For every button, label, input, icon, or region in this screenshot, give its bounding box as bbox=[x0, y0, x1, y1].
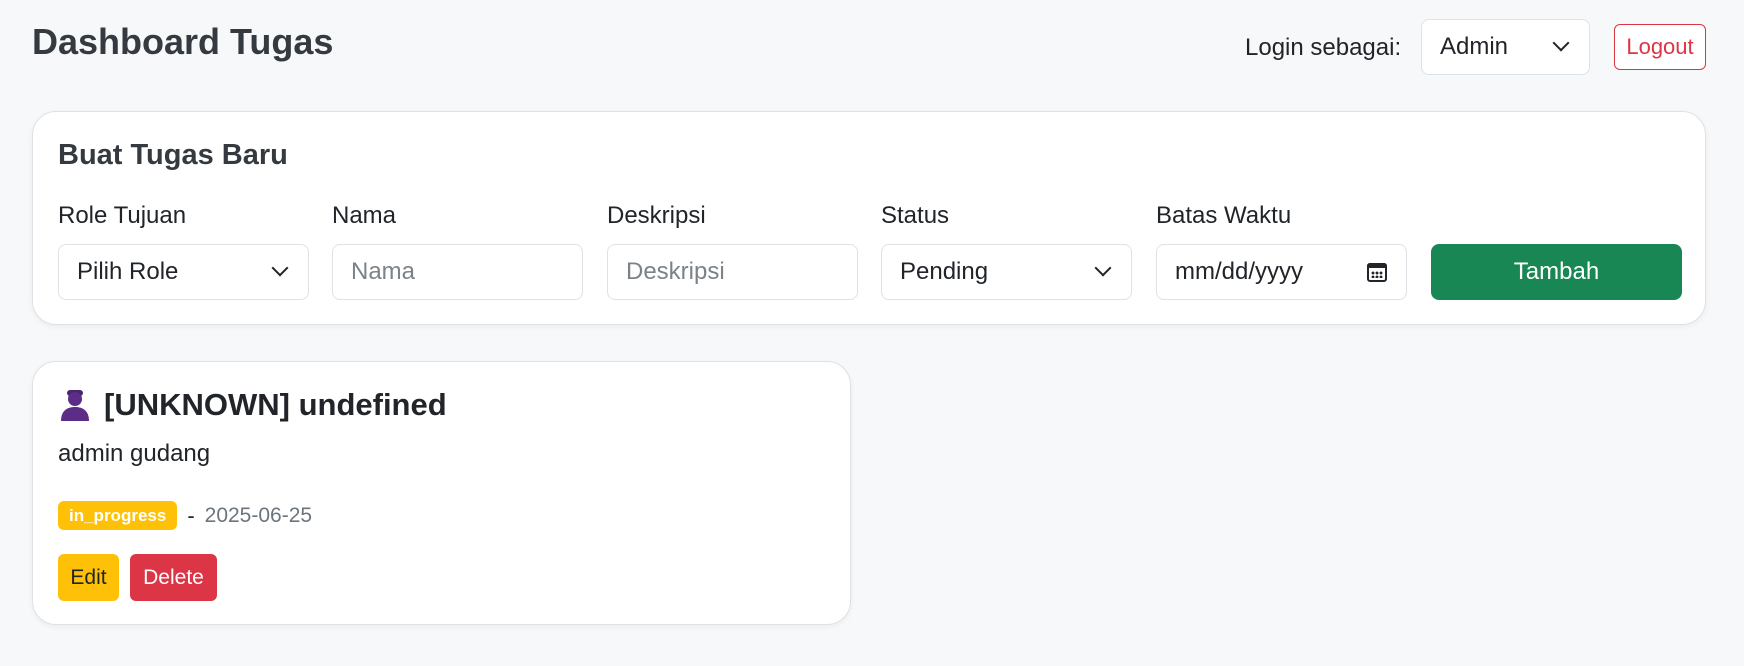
edit-button[interactable]: Edit bbox=[58, 554, 119, 601]
login-role-select[interactable]: Admin bbox=[1421, 19, 1590, 75]
name-input[interactable]: Nama bbox=[332, 244, 583, 300]
task-title-row: [UNKNOWN] undefined bbox=[58, 387, 447, 423]
user-icon bbox=[61, 390, 89, 421]
status-select[interactable]: Pending bbox=[881, 244, 1132, 300]
role-select[interactable]: Pilih Role bbox=[58, 244, 309, 300]
calendar-icon[interactable] bbox=[1366, 261, 1388, 283]
name-field-label: Nama bbox=[332, 202, 397, 229]
description-input-placeholder: Deskripsi bbox=[626, 258, 725, 285]
meta-separator: - bbox=[187, 502, 195, 528]
status-badge: in_progress bbox=[58, 501, 178, 530]
description-input[interactable]: Deskripsi bbox=[607, 244, 858, 300]
chevron-down-icon bbox=[271, 259, 289, 277]
task-title: [UNKNOWN] undefined bbox=[104, 387, 447, 422]
status-field-label: Status bbox=[881, 202, 950, 229]
description-field-label: Deskripsi bbox=[607, 202, 706, 229]
chevron-down-icon bbox=[1552, 34, 1570, 52]
logout-button[interactable]: Logout bbox=[1614, 24, 1706, 70]
task-meta: in_progress - 2025-06-25 bbox=[58, 501, 312, 530]
task-card: [UNKNOWN] undefined admin gudang in_prog… bbox=[32, 361, 851, 625]
deadline-date-placeholder: mm/dd/yyyy bbox=[1175, 258, 1304, 285]
name-input-placeholder: Nama bbox=[351, 258, 416, 285]
task-due-date: 2025-06-25 bbox=[204, 503, 313, 527]
role-select-value: Pilih Role bbox=[77, 258, 179, 285]
page: Dashboard Tugas Login sebagai: Admin Log… bbox=[0, 0, 1744, 666]
login-role-value: Admin bbox=[1440, 33, 1509, 60]
add-task-button[interactable]: Tambah bbox=[1431, 244, 1682, 300]
page-title: Dashboard Tugas bbox=[32, 21, 334, 62]
delete-button[interactable]: Delete bbox=[130, 554, 217, 601]
create-task-card: Buat Tugas Baru Role Tujuan Pilih Role N… bbox=[32, 111, 1706, 325]
deadline-field-label: Batas Waktu bbox=[1156, 202, 1292, 229]
chevron-down-icon bbox=[1094, 259, 1112, 277]
form-title: Buat Tugas Baru bbox=[58, 139, 288, 171]
role-field-label: Role Tujuan bbox=[58, 202, 187, 229]
deadline-date-input[interactable]: mm/dd/yyyy bbox=[1156, 244, 1407, 300]
login-label: Login sebagai: bbox=[1245, 34, 1402, 61]
status-select-value: Pending bbox=[900, 258, 989, 285]
task-description: admin gudang bbox=[58, 440, 211, 467]
